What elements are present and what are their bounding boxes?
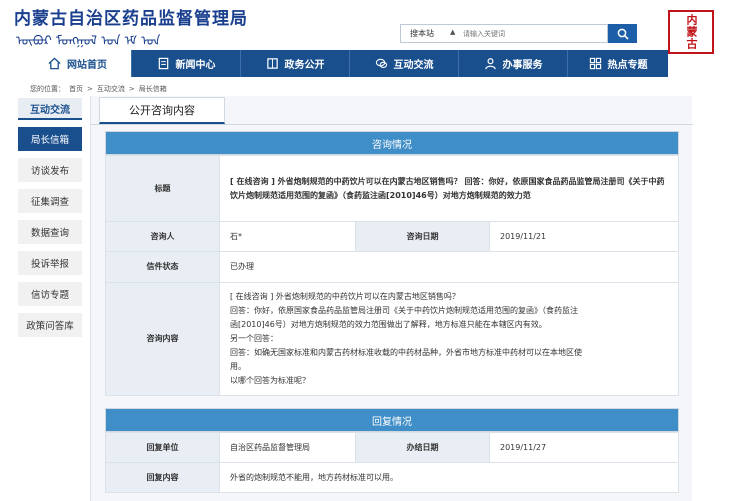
table-row: 回复单位 自治区药品监督管理局 办结日期 2019/11/27 xyxy=(105,432,679,463)
content-line: 用。 xyxy=(230,362,246,371)
consult-content: [ 在线咨询 ] 外省炮制规范的中药饮片可以在内蒙古地区销售吗？ 回答：你好，依… xyxy=(219,282,679,396)
content-label: 咨询内容 xyxy=(105,282,220,396)
table-row: 回复内容 外省的炮制规范不能用，地方药材标准可以用。 xyxy=(105,462,679,493)
sidebar-item-complaints[interactable]: 投诉举报 xyxy=(18,251,82,275)
folder-icon xyxy=(266,58,278,69)
consult-title: [ 在线咨询 ] 外省炮制规范的中药饮片可以在内蒙古地区销售吗？ 回答：你好，依… xyxy=(219,155,679,222)
table-row: 标题 [ 在线咨询 ] 外省炮制规范的中药饮片可以在内蒙古地区销售吗？ 回答：你… xyxy=(105,155,679,222)
sidebar-item-interviews[interactable]: 访谈发布 xyxy=(18,158,82,182)
nav-label: 互动交流 xyxy=(393,60,434,71)
chat-icon xyxy=(375,58,387,69)
nav-item-topics[interactable]: 热点专题 xyxy=(568,50,668,77)
main-nav: 网站首页 新闻中心 政务公开 互动交流 办事服务 热点专题 xyxy=(24,50,668,77)
done-date-label: 办结日期 xyxy=(355,432,490,463)
search-scope-select[interactable]: 搜本站 xyxy=(410,28,434,39)
table-row: 咨询内容 [ 在线咨询 ] 外省炮制规范的中药饮片可以在内蒙古地区销售吗？ 回答… xyxy=(105,282,679,396)
table-row: 咨询人 石* 咨询日期 2019/11/21 xyxy=(105,221,679,252)
sidebar-item-director-mailbox[interactable]: 局长信箱 xyxy=(18,127,82,151)
person-icon xyxy=(484,58,496,70)
content-line: 回答：你好，依原国家食品药品监管局注册司《关于中药饮片炮制规范适用范围的复函》（… xyxy=(230,306,578,315)
reply-unit-label: 回复单位 xyxy=(105,432,220,463)
emblem-text: 内蒙古 xyxy=(685,14,698,50)
grid-icon xyxy=(589,57,601,70)
sidebar-item-surveys[interactable]: 征集调查 xyxy=(18,189,82,213)
content-line: [ 在线咨询 ] 外省炮制规范的中药饮片可以在内蒙古地区销售吗？ xyxy=(230,292,460,301)
breadcrumb-item-interaction[interactable]: 互动交流 xyxy=(97,85,125,93)
main-panel: 公开咨询内容 咨询情况 标题 [ 在线咨询 ] 外省炮制规范的中药饮片可以在内蒙… xyxy=(90,96,693,501)
sidebar-header: 互动交流 xyxy=(18,98,82,120)
status-label: 信件状态 xyxy=(105,251,220,283)
nav-label: 新闻中心 xyxy=(175,60,216,71)
search-button[interactable] xyxy=(608,24,637,43)
breadcrumb-item-home[interactable]: 首页 xyxy=(69,85,83,93)
breadcrumb-separator: > xyxy=(87,85,93,93)
date-label: 咨询日期 xyxy=(355,221,490,252)
nav-label: 网站首页 xyxy=(67,60,107,71)
content-line: 另一个回答： xyxy=(230,334,278,343)
consult-table: 标题 [ 在线咨询 ] 外省炮制规范的中药饮片可以在内蒙古地区销售吗？ 回答：你… xyxy=(105,155,679,396)
nav-label: 办事服务 xyxy=(502,60,543,71)
person-value: 石* xyxy=(219,221,356,252)
consult-section-heading: 咨询情况 xyxy=(105,131,679,155)
reply-content-label: 回复内容 xyxy=(105,462,220,493)
content-line: 函[2010]46号）对地方炮制规范的效力范围做出了解释，地方标准只能在本辖区内… xyxy=(230,320,547,329)
reply-unit-value: 自治区药品监督管理局 xyxy=(219,432,356,463)
nav-item-home[interactable]: 网站首页 xyxy=(24,50,132,77)
home-icon xyxy=(48,57,61,70)
content-line: 以哪个回答为标准呢？ xyxy=(230,376,310,385)
emblem-logo: 内蒙古 xyxy=(668,10,714,54)
tab-public-consult[interactable]: 公开咨询内容 xyxy=(99,97,225,124)
search-box: 搜本站 ▲ xyxy=(400,24,608,43)
nav-label: 热点专题 xyxy=(607,60,648,71)
mongolian-title: ᠥᠪᠥᠷ ᠮᠣᠩᠭᠣᠯ ᠤᠨ ᠡᠮ ᠤᠨ xyxy=(16,34,161,49)
done-date-value: 2019/11/27 xyxy=(489,432,679,463)
reply-table: 回复单位 自治区药品监督管理局 办结日期 2019/11/27 回复内容 外省的… xyxy=(105,432,679,493)
document-icon xyxy=(158,57,168,70)
nav-item-government[interactable]: 政务公开 xyxy=(241,50,350,77)
breadcrumb-item-mailbox[interactable]: 局长信箱 xyxy=(139,85,167,93)
tab-divider xyxy=(91,124,693,125)
sidebar-item-petitions[interactable]: 信访专题 xyxy=(18,282,82,306)
search-input[interactable] xyxy=(463,26,603,41)
person-label: 咨询人 xyxy=(105,221,220,252)
status-value: 已办理 xyxy=(219,251,679,283)
site-header: 内蒙古自治区药品监督管理局 ᠥᠪᠥᠷ ᠮᠣᠩᠭᠣᠯ ᠤᠨ ᠡᠮ ᠤᠨ 搜本站 ▲… xyxy=(0,0,735,54)
title-label: 标题 xyxy=(105,155,220,222)
caret-up-icon[interactable]: ▲ xyxy=(450,28,455,36)
reply-content: 外省的炮制规范不能用，地方药材标准可以用。 xyxy=(219,462,679,493)
breadcrumb-separator: > xyxy=(128,85,135,93)
sidebar-item-data-query[interactable]: 数据查询 xyxy=(18,220,82,244)
breadcrumb: 您的位置： 首页 > 互动交流 > 局长信箱 xyxy=(30,84,171,94)
content-line: 回答：如确无国家标准和内蒙古药材标准收载的中药材品种，外省市地方标准中药材可以在… xyxy=(230,348,582,357)
table-row: 信件状态 已办理 xyxy=(105,251,679,283)
date-value: 2019/11/21 xyxy=(489,221,679,252)
breadcrumb-prefix: 您的位置： xyxy=(30,85,65,93)
nav-item-interaction[interactable]: 互动交流 xyxy=(350,50,459,77)
nav-item-news[interactable]: 新闻中心 xyxy=(132,50,241,77)
nav-item-services[interactable]: 办事服务 xyxy=(459,50,568,77)
sidebar-item-policy-qa[interactable]: 政策问答库 xyxy=(18,313,82,337)
nav-label: 政务公开 xyxy=(284,60,325,71)
reply-section-heading: 回复情况 xyxy=(105,408,679,432)
search-icon xyxy=(617,28,629,40)
sidebar: 互动交流 局长信箱 访谈发布 征集调查 数据查询 投诉举报 信访专题 政策问答库 xyxy=(18,98,82,337)
